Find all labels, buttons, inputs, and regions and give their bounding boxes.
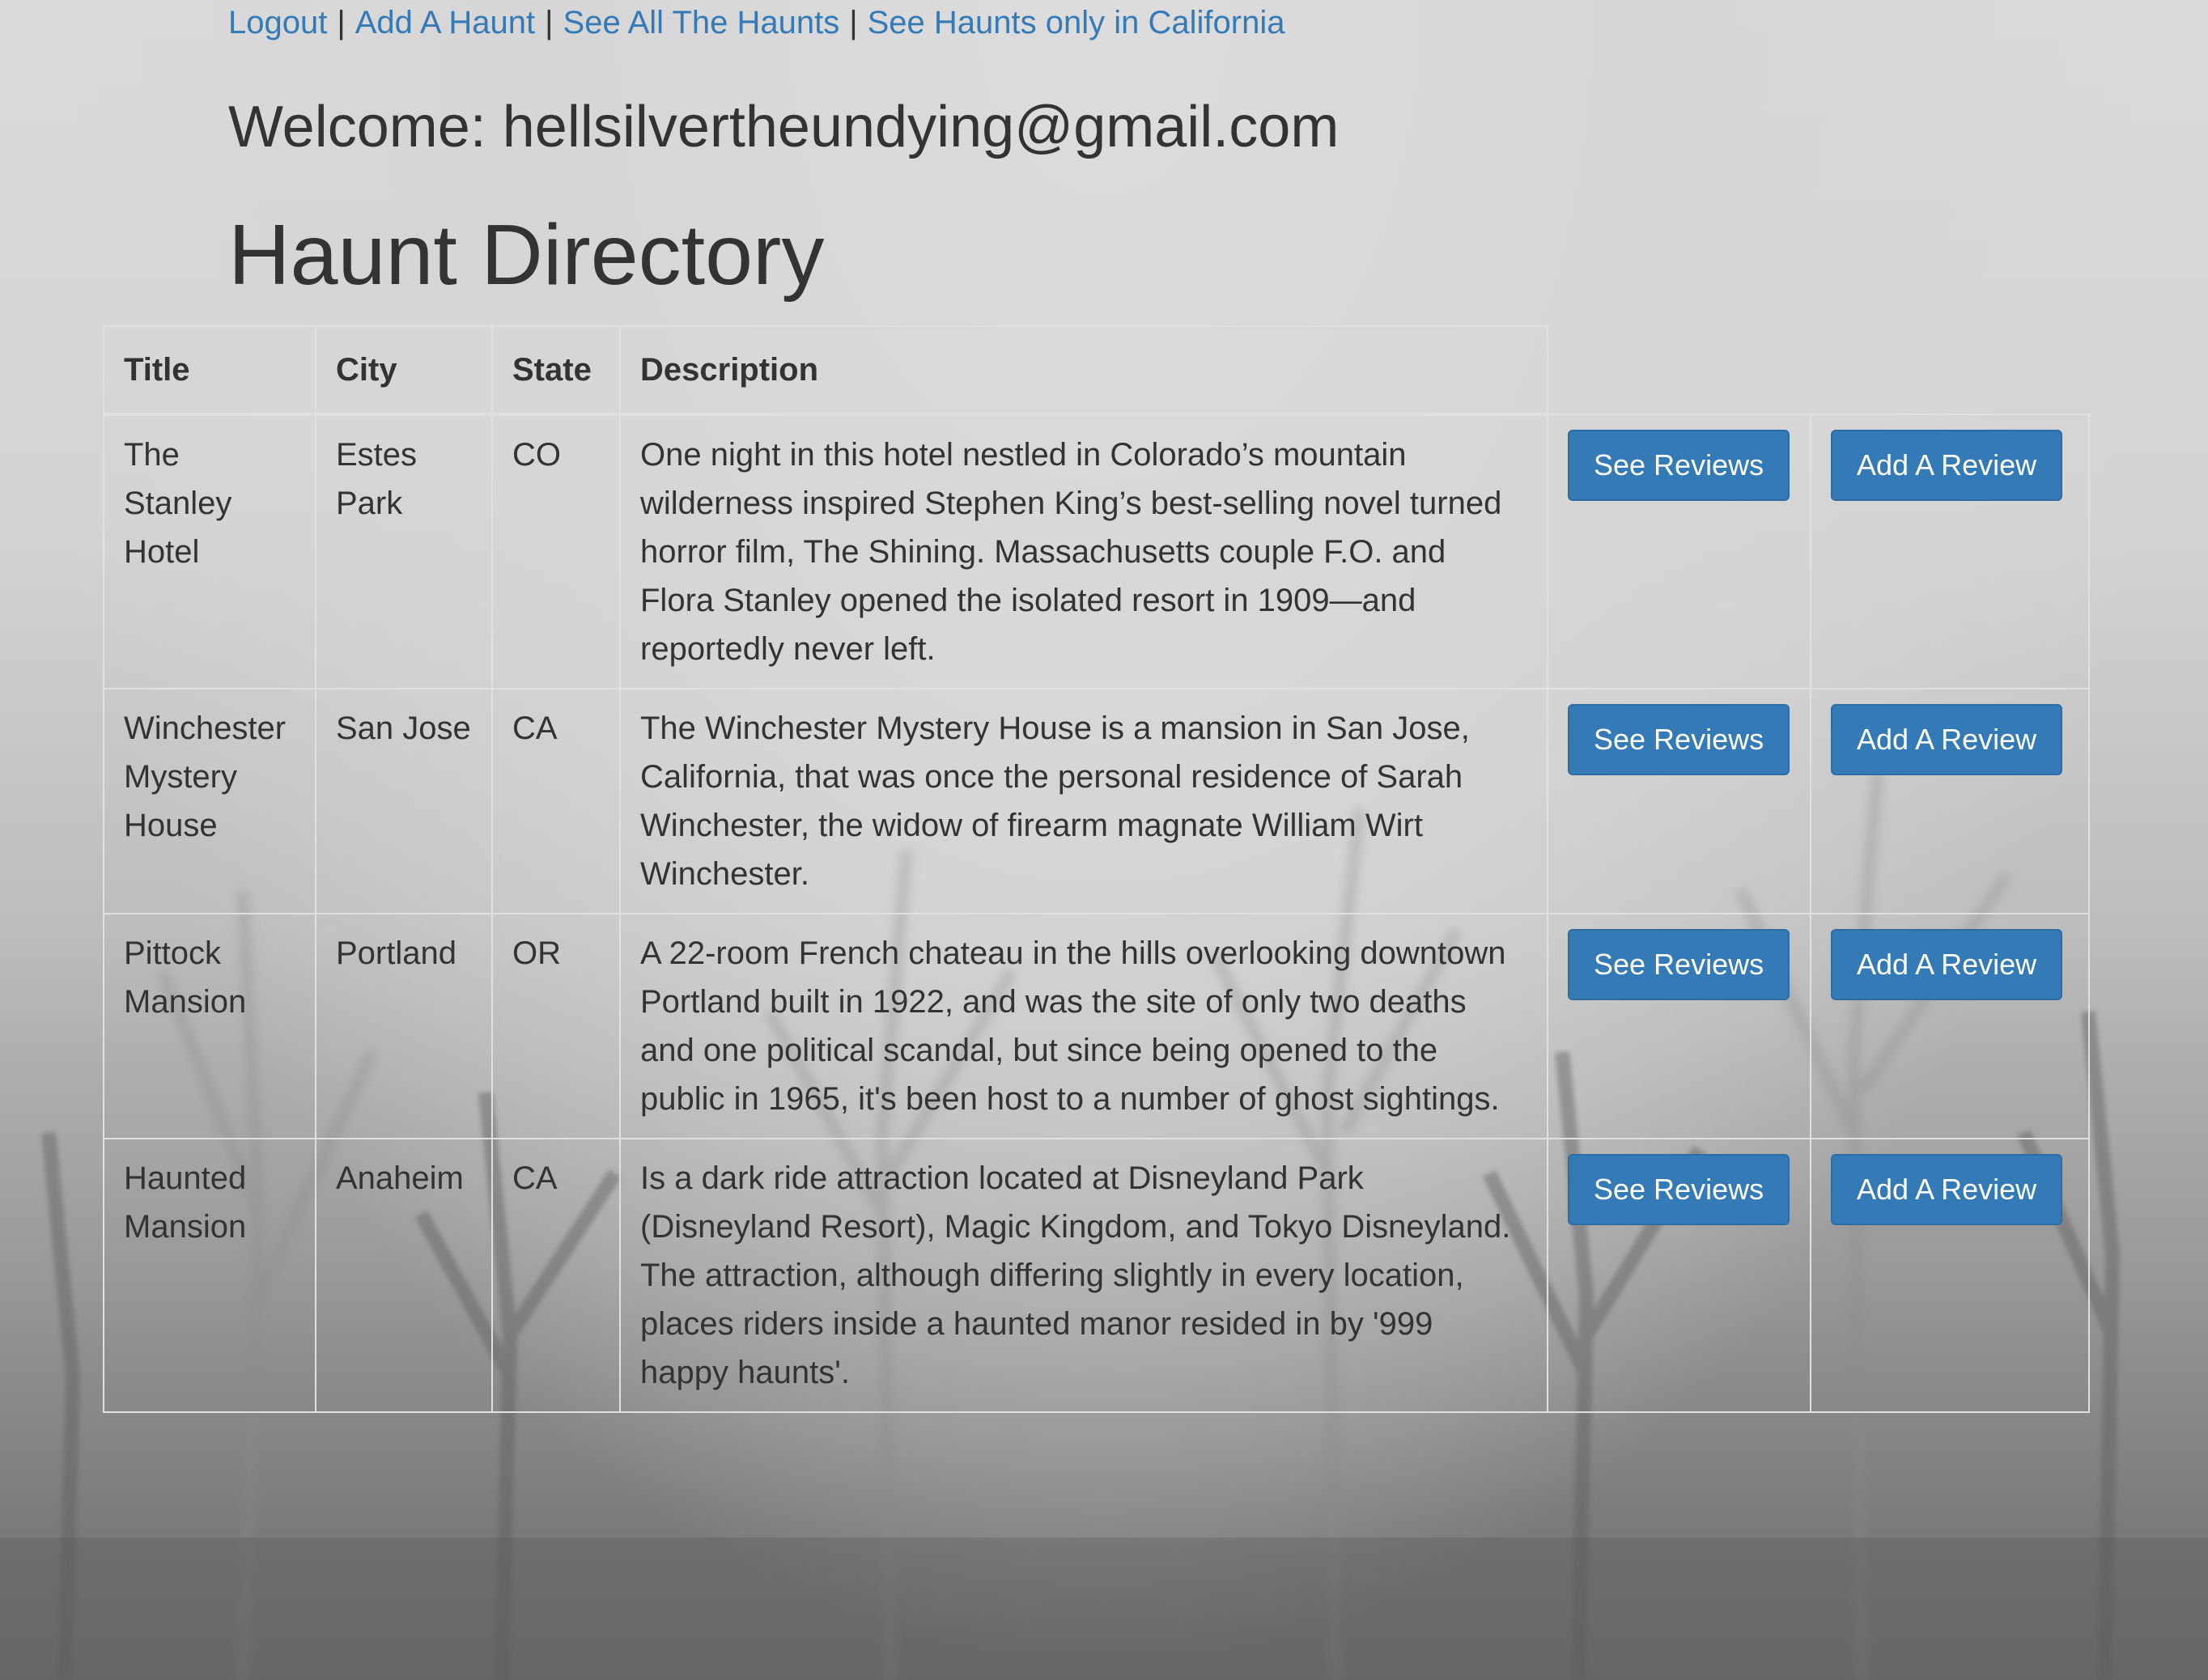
header-title: Title	[103, 325, 316, 416]
cell-add-review: Add A Review	[1810, 1138, 2090, 1413]
cell-city: Estes Park	[315, 414, 493, 689]
cell-description: Is a dark ride attraction located at Dis…	[619, 1138, 1548, 1413]
header-empty	[1811, 326, 2089, 414]
header-city: City	[315, 325, 493, 416]
cell-add-review: Add A Review	[1810, 414, 2090, 689]
cell-state: CA	[491, 1138, 621, 1413]
cell-description: The Winchester Mystery House is a mansio…	[619, 688, 1548, 914]
cell-city: San Jose	[315, 688, 493, 914]
cell-city: Anaheim	[315, 1138, 493, 1413]
cell-see-reviews: See Reviews	[1547, 913, 1811, 1139]
nav-separator: |	[337, 5, 346, 40]
cell-state: CO	[491, 414, 621, 689]
cell-title: Winchester Mystery House	[103, 688, 316, 914]
table-row: The Stanley Hotel Estes Park CO One nigh…	[103, 414, 2090, 689]
see-all-haunts-link[interactable]: See All The Haunts	[563, 5, 840, 40]
cell-title: Pittock Mansion	[103, 913, 316, 1139]
cell-see-reviews: See Reviews	[1547, 688, 1811, 914]
haunt-directory-table: Title City State Description The Stanley…	[103, 325, 2090, 1413]
add-review-button[interactable]: Add A Review	[1831, 430, 2063, 501]
cell-city: Portland	[315, 913, 493, 1139]
header-state: State	[491, 325, 621, 416]
cell-title: The Stanley Hotel	[103, 414, 316, 689]
cell-state: CA	[491, 688, 621, 914]
top-nav: Logout | Add A Haunt | See All The Haunts | Se…	[228, 3, 1284, 42]
see-reviews-button[interactable]: See Reviews	[1568, 704, 1790, 775]
page-title: Haunt Directory	[228, 207, 825, 303]
table-row: Haunted Mansion Anaheim CA Is a dark rid…	[103, 1138, 2090, 1413]
nav-separator: |	[849, 5, 858, 40]
add-review-button[interactable]: Add A Review	[1831, 704, 2063, 775]
cell-title: Haunted Mansion	[103, 1138, 316, 1413]
cell-add-review: Add A Review	[1810, 913, 2090, 1139]
header-empty	[1548, 326, 1811, 414]
cell-description: One night in this hotel nestled in Color…	[619, 414, 1548, 689]
add-review-button[interactable]: Add A Review	[1831, 1154, 2063, 1225]
see-reviews-button[interactable]: See Reviews	[1568, 430, 1790, 501]
cell-description: A 22-room French chateau in the hills ov…	[619, 913, 1548, 1139]
cell-add-review: Add A Review	[1810, 688, 2090, 914]
add-haunt-link[interactable]: Add A Haunt	[355, 5, 535, 40]
cell-see-reviews: See Reviews	[1547, 414, 1811, 689]
cell-see-reviews: See Reviews	[1547, 1138, 1811, 1413]
see-reviews-button[interactable]: See Reviews	[1568, 1154, 1790, 1225]
table-header-row: Title City State Description	[103, 325, 2089, 416]
table-row: Winchester Mystery House San Jose CA The…	[103, 688, 2090, 914]
see-reviews-button[interactable]: See Reviews	[1568, 929, 1790, 1000]
header-description: Description	[619, 325, 1548, 416]
add-review-button[interactable]: Add A Review	[1831, 929, 2063, 1000]
see-california-haunts-link[interactable]: See Haunts only in California	[868, 5, 1285, 40]
logout-link[interactable]: Logout	[228, 5, 327, 40]
nav-separator: |	[545, 5, 554, 40]
table-row: Pittock Mansion Portland OR A 22-room Fr…	[103, 913, 2090, 1139]
welcome-message: Welcome: hellsilvertheundying@gmail.com	[228, 95, 1340, 159]
cell-state: OR	[491, 913, 621, 1139]
